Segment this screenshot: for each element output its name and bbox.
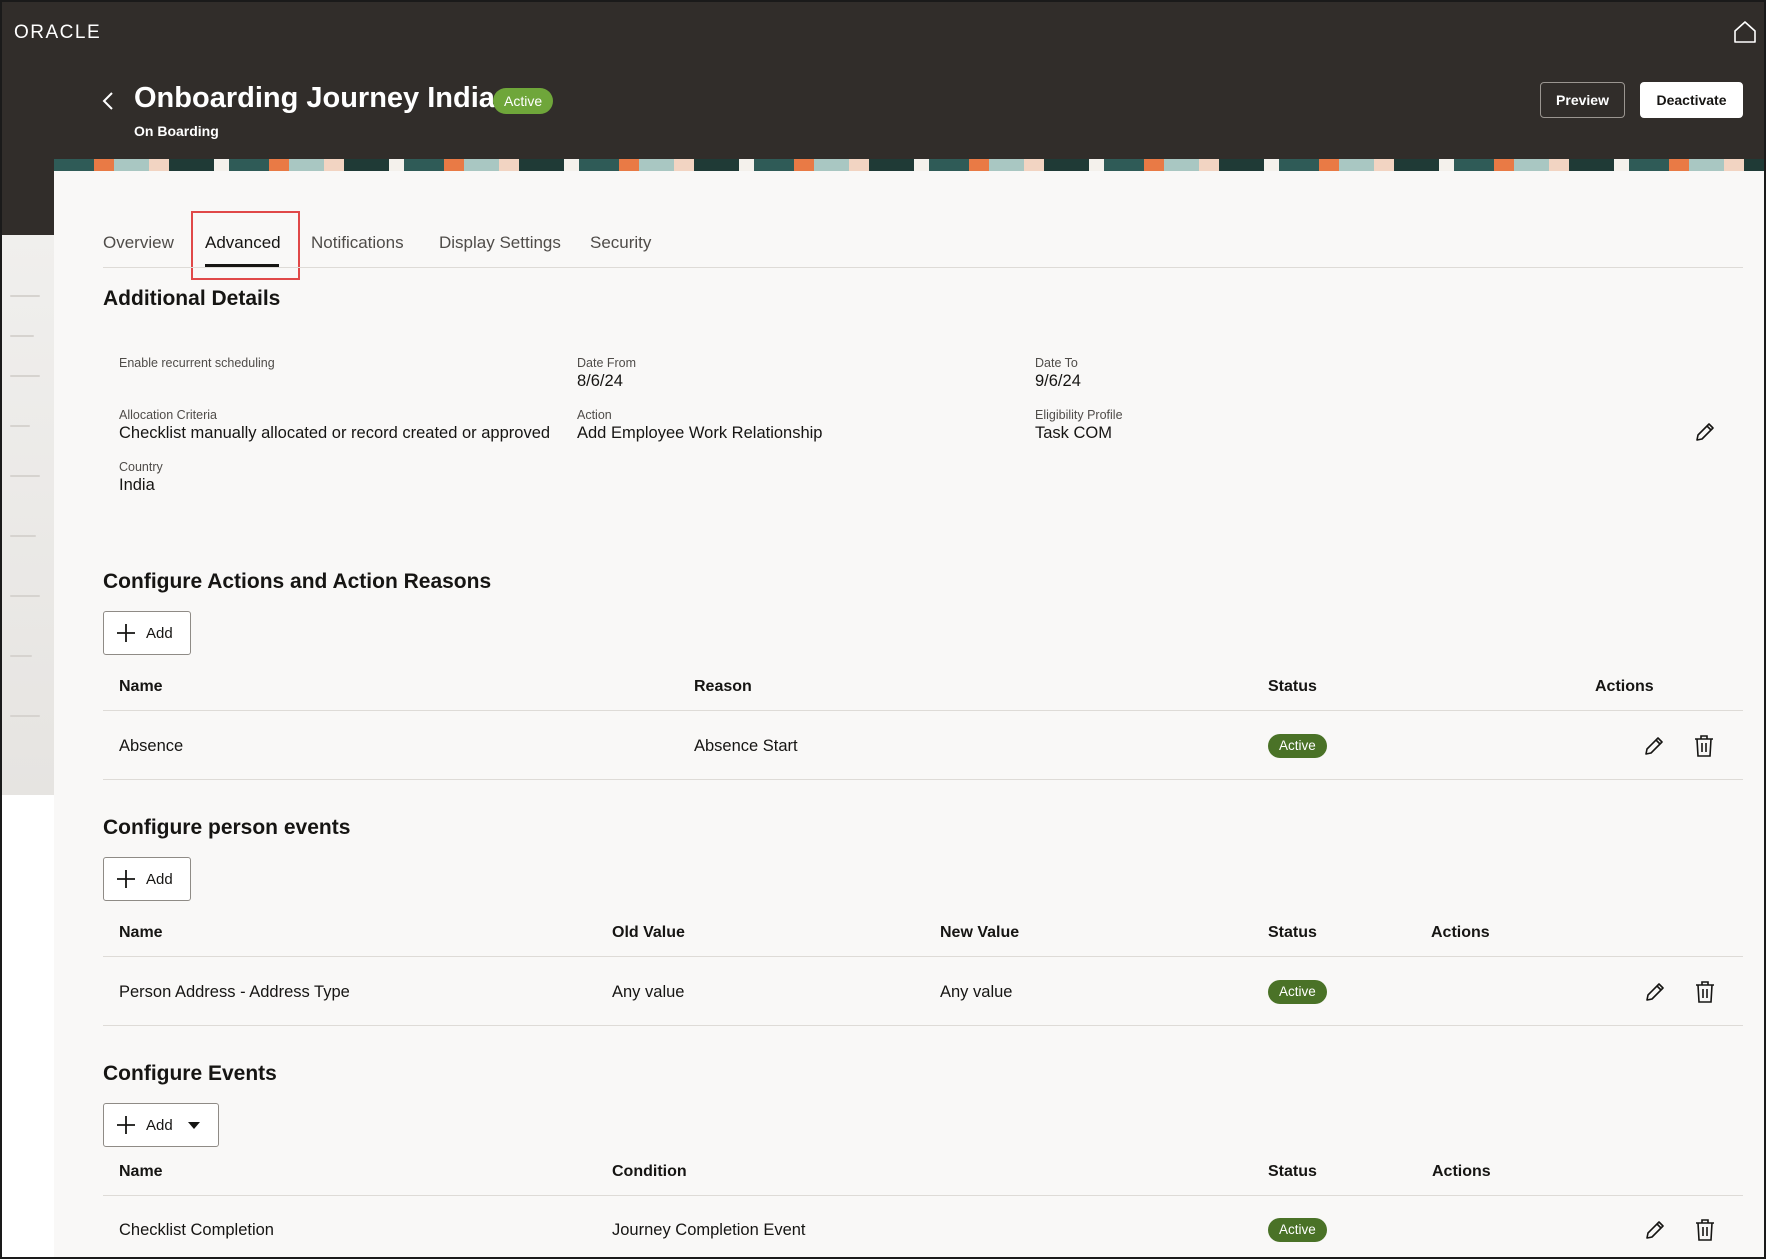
person-event-row-new-value: Any value — [940, 983, 1013, 1001]
date-to-label: Date To — [1035, 356, 1078, 370]
country-label: Country — [119, 460, 163, 474]
add-person-event-button[interactable]: Add — [103, 857, 191, 901]
home-icon[interactable] — [1733, 20, 1757, 44]
tab-security[interactable]: Security — [590, 233, 651, 253]
tab-notifications[interactable]: Notifications — [311, 233, 404, 253]
actions-section-title: Configure Actions and Action Reasons — [103, 570, 492, 593]
col-status: Status — [1268, 1163, 1317, 1180]
trash-icon[interactable] — [1695, 1219, 1715, 1241]
date-to-value: 9/6/24 — [1035, 372, 1081, 390]
col-status: Status — [1268, 924, 1317, 941]
event-row-name: Checklist Completion — [119, 1221, 274, 1239]
action-row-status-badge: Active — [1268, 734, 1327, 758]
person-event-row-name: Person Address - Address Type — [119, 983, 350, 1001]
trash-icon[interactable] — [1695, 981, 1715, 1003]
tabs-divider — [103, 267, 1743, 268]
header-divider — [103, 956, 1743, 957]
eligibility-profile-label: Eligibility Profile — [1035, 408, 1123, 422]
date-from-label: Date From — [577, 356, 637, 370]
action-value: Add Employee Work Relationship — [577, 424, 823, 442]
trash-icon[interactable] — [1694, 735, 1714, 757]
person-event-row-status-badge: Active — [1268, 980, 1327, 1004]
main-card — [54, 171, 1764, 1257]
tab-display-settings[interactable]: Display Settings — [439, 233, 561, 253]
person-events-title: Configure person events — [103, 816, 351, 839]
recurrent-scheduling-label: Enable recurrent scheduling — [119, 356, 275, 370]
action-row-reason: Absence Start — [694, 737, 798, 755]
edit-details-pencil-icon[interactable] — [1694, 421, 1716, 443]
chevron-left-icon[interactable] — [98, 90, 118, 112]
allocation-criteria-value: Checklist manually allocated or record c… — [119, 424, 551, 442]
event-row-condition: Journey Completion Event — [612, 1221, 806, 1239]
col-name: Name — [119, 1163, 163, 1180]
add-label: Add — [146, 624, 173, 642]
col-condition: Condition — [612, 1163, 687, 1180]
eligibility-profile-value: Task COM — [1035, 424, 1113, 442]
col-actions: Actions — [1432, 1163, 1491, 1180]
deactivate-button[interactable]: Deactivate — [1640, 82, 1743, 118]
decorative-banner — [54, 159, 1764, 171]
pencil-icon[interactable] — [1643, 735, 1665, 757]
header-divider — [103, 1195, 1743, 1196]
add-action-button[interactable]: Add — [103, 611, 191, 655]
page-title: Onboarding Journey India — [134, 82, 495, 114]
tab-overview[interactable]: Overview — [103, 233, 174, 253]
pencil-icon[interactable] — [1644, 1219, 1666, 1241]
col-actions: Actions — [1595, 678, 1654, 695]
plus-icon — [117, 1116, 135, 1134]
plus-icon — [117, 624, 135, 642]
allocation-criteria-label: Allocation Criteria — [119, 408, 217, 422]
status-badge: Active — [493, 88, 554, 114]
col-name: Name — [119, 924, 163, 941]
col-old-value: Old Value — [612, 924, 685, 941]
action-row-name: Absence — [119, 737, 184, 755]
col-status: Status — [1268, 678, 1317, 695]
person-event-row-old-value: Any value — [612, 983, 685, 1001]
pencil-icon[interactable] — [1644, 981, 1666, 1003]
add-event-dropdown-button[interactable]: Add — [103, 1103, 219, 1147]
plus-icon — [117, 870, 135, 888]
date-from-value: 8/6/24 — [577, 372, 623, 390]
row-divider — [103, 1025, 1743, 1026]
additional-details-title: Additional Details — [103, 287, 281, 310]
preview-button[interactable]: Preview — [1540, 82, 1625, 118]
tab-highlight-box — [191, 211, 300, 280]
col-actions: Actions — [1431, 924, 1490, 941]
action-label: Action — [577, 408, 612, 422]
col-reason: Reason — [694, 678, 752, 695]
events-title: Configure Events — [103, 1062, 277, 1085]
event-row-status-badge: Active — [1268, 1218, 1327, 1242]
col-new-value: New Value — [940, 924, 1020, 941]
decorative-strip — [2, 235, 54, 795]
app-window: ORACLE Onboarding Journey India Active O… — [0, 0, 1766, 1259]
row-divider — [103, 779, 1743, 780]
country-value: India — [119, 476, 155, 494]
header-divider — [103, 710, 1743, 711]
add-label: Add — [146, 870, 173, 888]
oracle-logo: ORACLE — [14, 22, 102, 43]
col-name: Name — [119, 678, 163, 695]
page-subtitle: On Boarding — [134, 123, 219, 139]
caret-down-icon — [187, 1122, 200, 1129]
add-label: Add — [146, 1116, 173, 1134]
